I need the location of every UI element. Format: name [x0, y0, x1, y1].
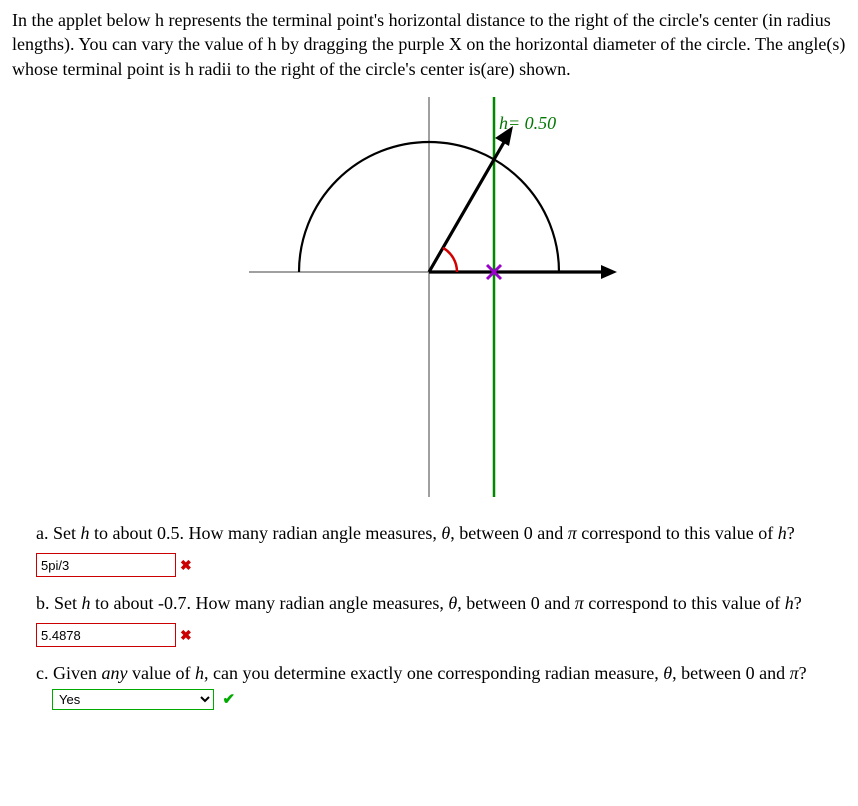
circle-applet[interactable]: h= 0.50 — [219, 87, 639, 507]
applet-svg — [219, 87, 639, 507]
answer-row-a: ✖ — [36, 553, 846, 577]
terminal-ray — [429, 137, 507, 272]
question-a: a. Set h to about 0.5. How many radian a… — [36, 521, 846, 545]
answer-input-a[interactable] — [36, 553, 176, 577]
applet-container: h= 0.50 — [12, 87, 846, 507]
wrong-icon: ✖ — [180, 626, 192, 645]
question-c: c. Given any value of h, can you determi… — [36, 661, 846, 710]
initial-ray-arrow — [601, 265, 617, 279]
answer-input-b[interactable] — [36, 623, 176, 647]
answer-row-b: ✖ — [36, 623, 846, 647]
h-value-label: h= 0.50 — [499, 111, 556, 135]
wrong-icon: ✖ — [180, 556, 192, 575]
correct-icon: ✔ — [223, 691, 236, 708]
angle-arc — [443, 248, 457, 272]
question-b: b. Set h to about -0.7. How many radian … — [36, 591, 846, 615]
answer-select-wrap-c: Yes — [52, 689, 214, 710]
answer-select-c[interactable]: Yes — [53, 690, 213, 709]
intro-text: In the applet below h represents the ter… — [12, 8, 846, 81]
